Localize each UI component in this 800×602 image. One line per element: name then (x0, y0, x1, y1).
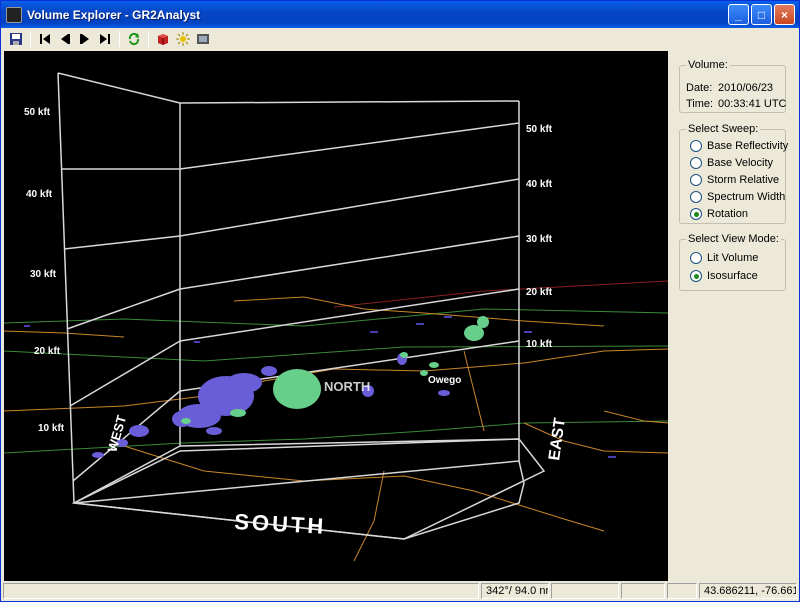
sweep-base-reflectivity[interactable]: Base Reflectivity (690, 140, 788, 152)
radio-button-selected[interactable] (690, 270, 702, 282)
radio-button[interactable] (690, 191, 702, 203)
previous-frame-icon[interactable] (56, 30, 74, 48)
radio-button-selected[interactable] (690, 208, 702, 220)
left-axis-label: 50 kft (24, 107, 51, 118)
volume-group-title: Volume: (686, 59, 730, 71)
first-frame-icon[interactable] (36, 30, 54, 48)
view-mode-option-label: Isosurface (707, 270, 758, 282)
right-axis-label: 10 kft (526, 339, 553, 350)
view-mode-lit-volume[interactable]: Lit Volume (690, 252, 758, 264)
left-axis-label: 10 kft (38, 423, 65, 434)
left-axis-label: 20 kft (34, 346, 61, 357)
left-axis-label: 30 kft (30, 269, 57, 280)
minimize-button[interactable]: _ (728, 4, 749, 25)
volume-group: Volume: Date: 2010/06/23 Time: 00:33:41 … (679, 59, 787, 113)
right-axis-label: 40 kft (526, 179, 553, 190)
screen-icon[interactable] (194, 30, 212, 48)
side-panel: Volume: Date: 2010/06/23 Time: 00:33:41 … (671, 51, 798, 581)
view-mode-group: Select View Mode: Lit Volume Isosurface (679, 233, 786, 291)
state-border-red (333, 280, 668, 308)
status-lat-lon: 43.686211, -76.661987 (699, 583, 797, 599)
view-mode-title: Select View Mode: (686, 233, 781, 245)
view-mode-isosurface[interactable]: Isosurface (690, 270, 758, 282)
volume-cube-icon[interactable] (154, 30, 172, 48)
direction-label-south: SOUTH (234, 509, 327, 539)
radio-button[interactable] (690, 252, 702, 264)
status-azimuth-range: 342°/ 94.0 nm (481, 583, 549, 599)
status-cell (551, 583, 619, 599)
county-boundaries (4, 296, 668, 562)
status-cell (621, 583, 665, 599)
sweep-option-label: Storm Relative (707, 174, 780, 186)
volume-explorer-window: Volume Explorer - GR2Analyst _ □ × 50 kf… (0, 0, 800, 602)
view-mode-option-label: Lit Volume (707, 252, 759, 264)
sweep-option-label: Spectrum Width (707, 191, 786, 203)
toolbar-separator (148, 31, 149, 47)
3d-volume-viewport[interactable]: 50 kft 40 kft 30 kft 20 kft 10 kft 50 kf… (4, 51, 668, 581)
radio-button[interactable] (690, 174, 702, 186)
toolbar-separator (119, 31, 120, 47)
right-axis-label: 20 kft (526, 287, 553, 298)
close-button[interactable]: × (774, 4, 795, 25)
radio-button[interactable] (690, 157, 702, 169)
sweep-option-label: Base Reflectivity (707, 140, 789, 152)
app-icon (6, 6, 22, 23)
time-label: Time: (686, 98, 714, 110)
cage-walls (57, 72, 520, 504)
save-icon[interactable] (7, 30, 25, 48)
left-axis-label: 40 kft (26, 189, 53, 200)
sweep-option-label: Base Velocity (707, 157, 774, 169)
status-cell (3, 583, 479, 599)
last-frame-icon[interactable] (96, 30, 114, 48)
date-label: Date: (686, 82, 713, 94)
right-axis-label: 30 kft (526, 234, 553, 245)
status-bar: 342°/ 94.0 nm 43.686211, -76.661987 (3, 583, 799, 601)
direction-label-north: NORTH (324, 379, 370, 394)
sweep-option-label: Rotation (707, 208, 748, 220)
status-cell (667, 583, 697, 599)
sweep-spectrum-width[interactable]: Spectrum Width (690, 191, 785, 203)
window-title: Volume Explorer - GR2Analyst (27, 7, 201, 22)
date-value: 2010/06/23 (718, 82, 774, 94)
refresh-icon[interactable] (125, 30, 143, 48)
next-frame-icon[interactable] (76, 30, 94, 48)
maximize-button[interactable]: □ (751, 4, 772, 25)
radio-button[interactable] (690, 140, 702, 152)
place-label-owego: Owego (428, 375, 461, 386)
direction-label-east: EAST (546, 417, 569, 462)
direction-label-west: WEST (104, 414, 129, 454)
sweep-rotation[interactable]: Rotation (690, 208, 748, 220)
select-sweep-title: Select Sweep: (686, 123, 761, 135)
light-icon[interactable] (174, 30, 192, 48)
title-bar[interactable]: Volume Explorer - GR2Analyst _ □ × (1, 1, 799, 28)
right-axis-label: 50 kft (526, 124, 553, 135)
toolbar (3, 28, 799, 50)
select-sweep-group: Select Sweep: Base Reflectivity Base Vel… (679, 123, 788, 224)
time-value: 00:33:41 UTC (718, 98, 787, 110)
toolbar-separator (30, 31, 31, 47)
volume-scene: 50 kft 40 kft 30 kft 20 kft 10 kft 50 kf… (4, 72, 668, 562)
sweep-storm-relative[interactable]: Storm Relative (690, 174, 779, 186)
sweep-base-velocity[interactable]: Base Velocity (690, 157, 773, 169)
